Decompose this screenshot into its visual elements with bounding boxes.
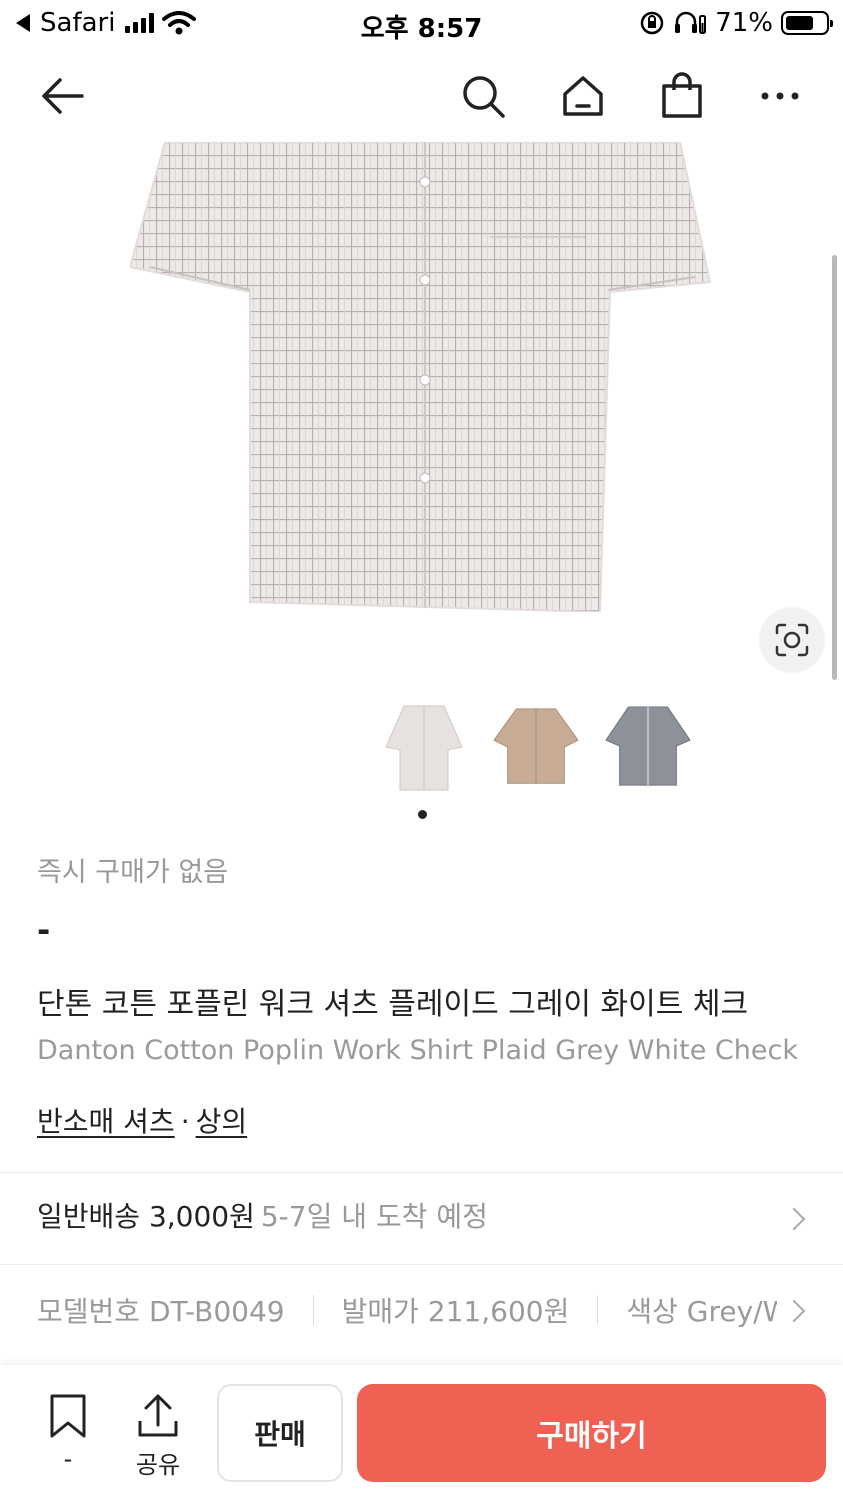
product-image-carousel[interactable] [0,142,843,682]
bookmark-icon [50,1394,86,1438]
share-button[interactable]: 공유 [128,1393,188,1480]
chevron-right-icon [782,1207,806,1231]
camera-lens-icon [775,623,809,657]
more-button[interactable] [752,68,808,124]
nav-bar [0,50,843,142]
image-search-button[interactable] [759,607,825,673]
shipping-info: 일반배송 3,000원 5-7일 내 도착 예정 [37,1195,488,1235]
category-link-short-sleeve-shirt[interactable]: 반소매 셔츠 [37,1105,175,1138]
product-title-english: Danton Cotton Poplin Work Shirt Plaid Gr… [37,1035,798,1066]
category-links: 반소매 셔츠 · 상의 [37,1100,817,1140]
product-color: 색상 Grey/White [626,1295,777,1328]
bookmark-button[interactable]: - [38,1393,98,1473]
battery-icon [781,11,833,35]
thumbnail-image [493,708,579,784]
price-value: - [37,911,51,949]
spec-divider [312,1295,314,1325]
shopping-bag-button[interactable] [654,68,710,124]
model-number: 모델번호 DT-B0049 [37,1295,285,1328]
product-info: 즉시 구매가 없음 - 단톤 코튼 포플린 워크 셔츠 플레이드 그레이 화이트… [37,850,817,1140]
category-separator: · [180,1105,190,1138]
home-icon [563,76,603,116]
product-specs: 모델번호 DT-B0049 발매가 211,600원 색상 Grey/White [37,1290,777,1330]
price-label: 즉시 구매가 없음 [37,857,229,888]
orientation-lock-icon [640,11,664,35]
back-button[interactable] [34,68,90,124]
search-icon [463,76,505,118]
thumbnail-image [605,706,691,786]
divider [0,1264,843,1265]
thumbnail-beige[interactable] [492,700,580,796]
release-price: 발매가 211,600원 [341,1295,570,1328]
headphones-icon [675,11,707,34]
product-image [130,142,712,612]
share-label: 공유 [135,1451,181,1479]
share-icon [138,1394,178,1437]
shipping-eta: 5-7일 내 도착 예정 [260,1200,488,1233]
buy-button[interactable]: 구매하기 [357,1384,826,1482]
spec-divider [597,1295,599,1325]
more-icon [761,92,799,100]
chevron-right-icon [782,1299,806,1323]
back-arrow-icon [42,78,84,114]
status-right: 71% [639,8,833,38]
bookmark-count: - [63,1445,73,1473]
battery-fill [786,16,813,30]
divider [0,1172,843,1173]
scrollbar[interactable] [832,255,837,680]
thumbnail-list [380,700,692,796]
home-button[interactable] [555,68,611,124]
thumbnail-grey-stripe[interactable] [604,700,692,796]
product-title-korean: 단톤 코튼 포플린 워크 셔츠 플레이드 그레이 화이트 체크 [37,987,749,1022]
bottom-action-bar: - 공유 판매 구매하기 [0,1365,843,1500]
shipping-method: 일반배송 3,000원 [37,1200,255,1233]
thumbnail-image [385,705,463,791]
thumbnail-grey-white-check[interactable] [380,700,468,796]
shopping-bag-icon [662,72,702,118]
category-link-tops[interactable]: 상의 [196,1105,248,1138]
search-button[interactable] [455,68,511,124]
battery-percent: 71% [715,8,773,38]
status-bar: Safari 오후 8:57 71% [0,0,843,50]
carousel-page-indicator [418,810,427,819]
sell-button[interactable]: 판매 [217,1384,343,1482]
